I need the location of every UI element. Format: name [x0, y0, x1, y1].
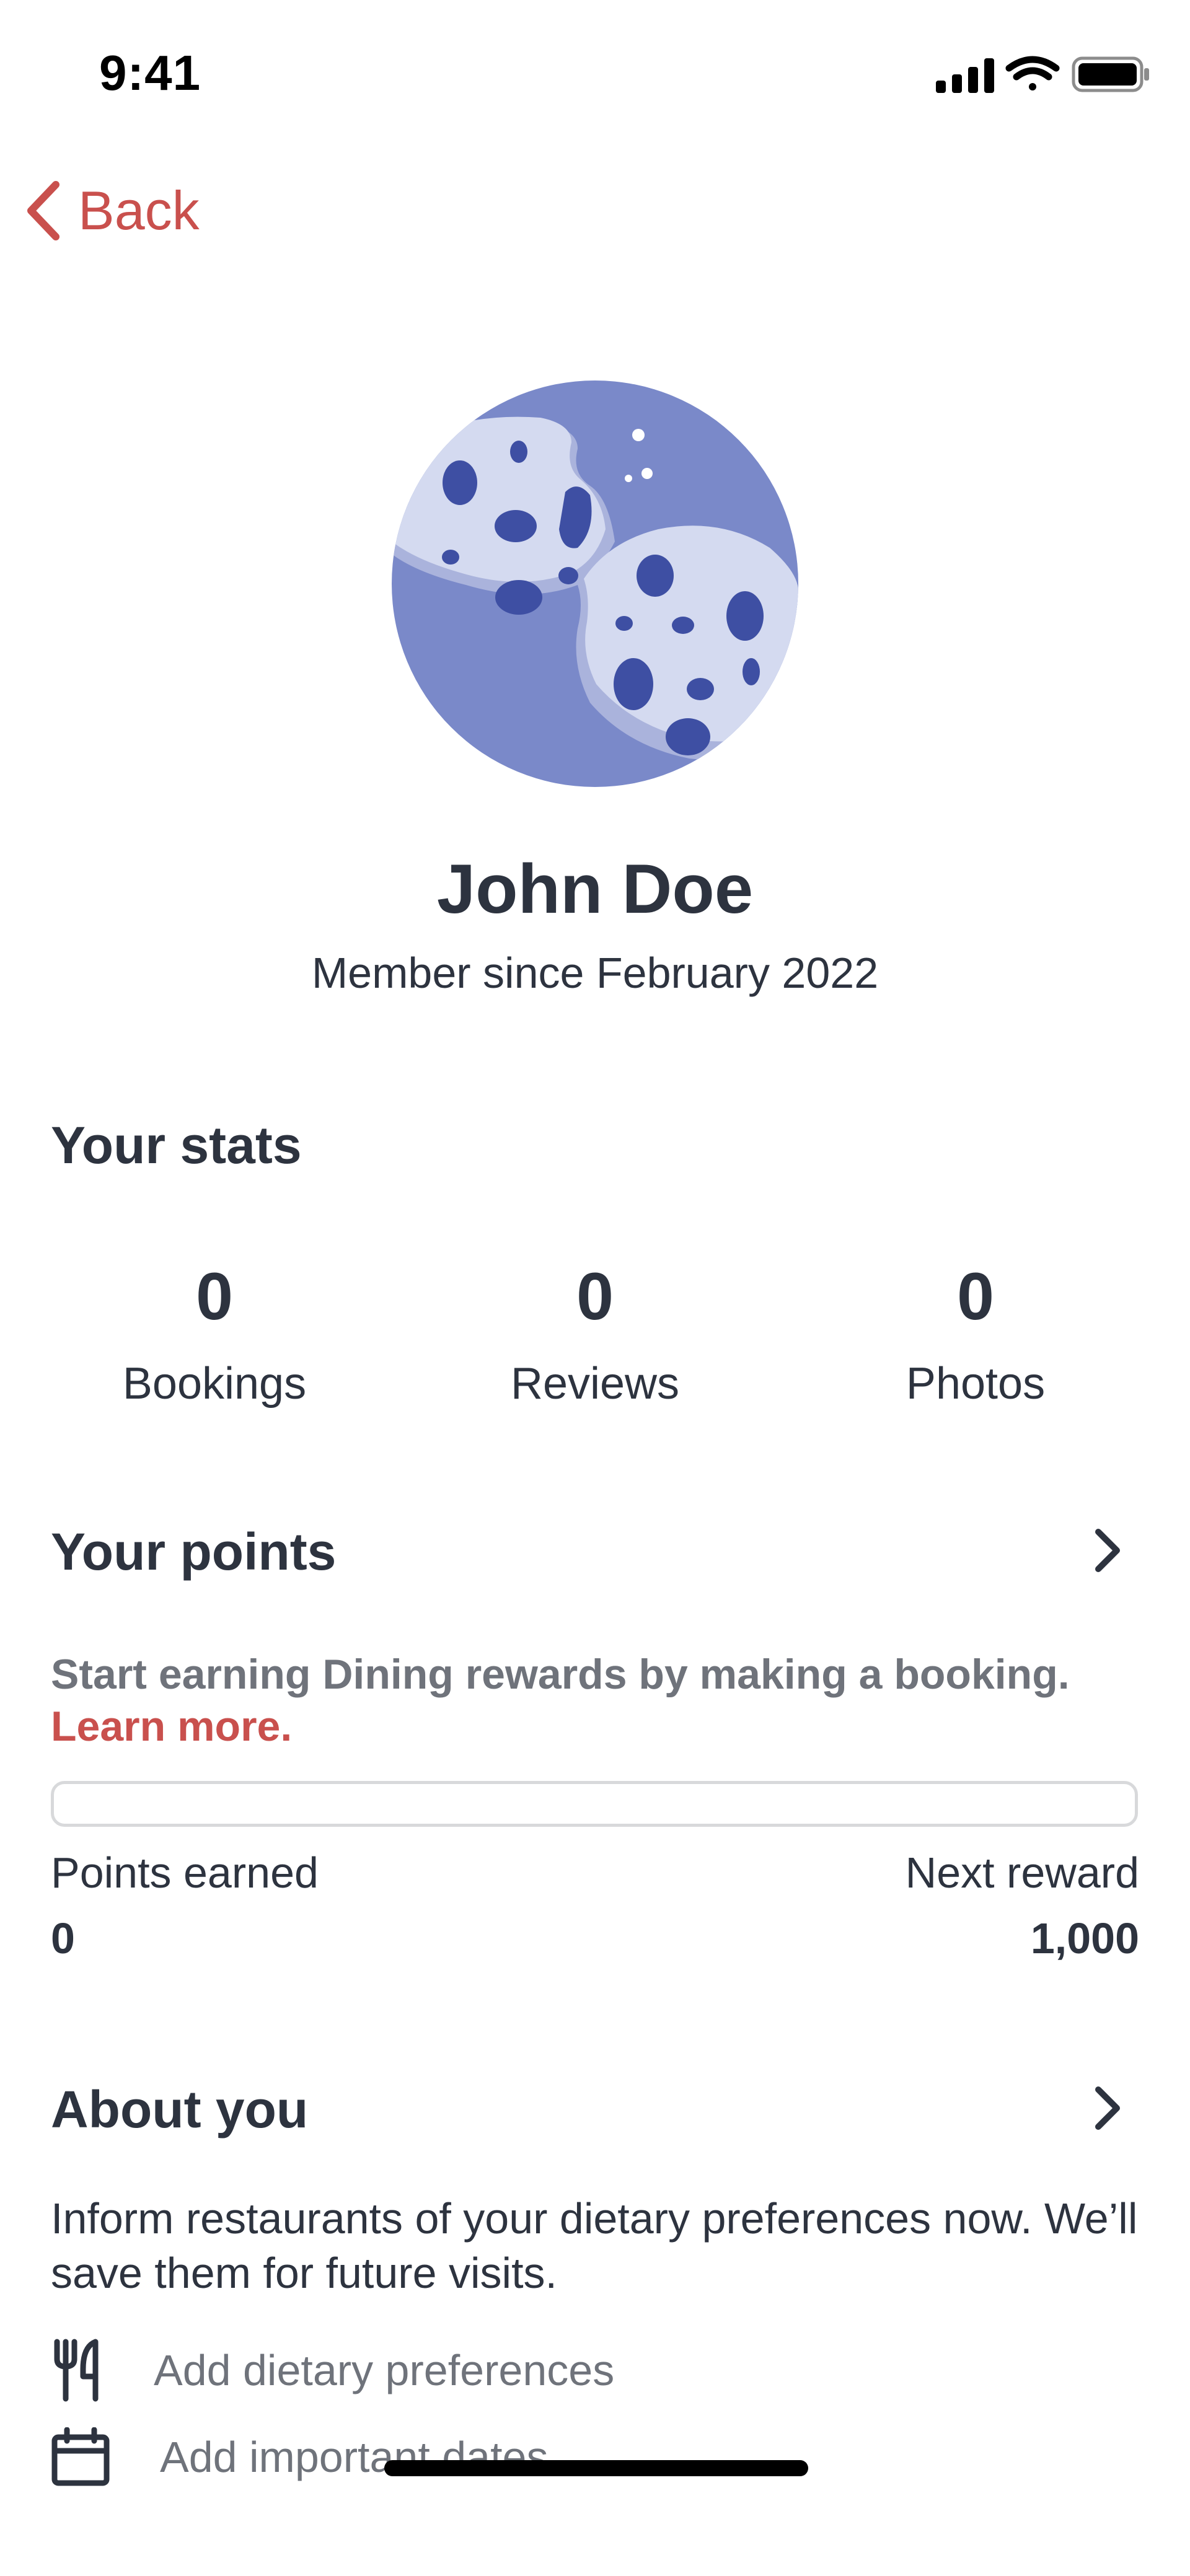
status-time: 9:41 — [99, 45, 201, 100]
stat-value: 0 — [195, 1259, 234, 1334]
calendar-icon — [51, 2427, 110, 2486]
back-label: Back — [78, 180, 200, 241]
stat-reviews[interactable]: 0 Reviews — [403, 1263, 787, 1409]
next-reward-value: 1,000 — [1030, 1914, 1139, 1963]
points-title[interactable]: Your points — [51, 1522, 336, 1582]
cookie-avatar-icon — [392, 380, 798, 787]
points-description: Start earning Dining rewards by making a… — [51, 1648, 1142, 1752]
profile-name: John Doe — [436, 850, 754, 928]
battery-icon — [1072, 56, 1149, 92]
points-description-text: Start earning Dining rewards by making a… — [51, 1651, 1070, 1698]
about-title[interactable]: About you — [51, 2080, 308, 2140]
home-indicator[interactable] — [384, 2460, 808, 2476]
points-earned-label: Points earned — [51, 1848, 319, 1897]
back-button[interactable]: Back — [25, 174, 229, 248]
add-important-dates-button[interactable]: Add important dates — [51, 2423, 548, 2491]
next-reward-label: Next reward — [905, 1848, 1139, 1897]
member-since: Member since February 2022 — [311, 949, 879, 997]
stat-label: Reviews — [510, 1359, 680, 1409]
learn-more-link[interactable]: Learn more. — [51, 1703, 292, 1750]
stats-title: Your stats — [51, 1116, 302, 1174]
points-earned-value: 0 — [51, 1914, 75, 1963]
add-dietary-preferences-button[interactable]: Add dietary preferences — [51, 2336, 614, 2404]
wifi-icon — [1005, 56, 1060, 90]
stat-bookings[interactable]: 0 Bookings — [22, 1263, 407, 1409]
chevron-right-icon[interactable] — [1090, 1526, 1127, 1575]
stat-label: Bookings — [122, 1359, 307, 1409]
avatar[interactable] — [392, 380, 798, 787]
stat-value: 0 — [576, 1259, 614, 1334]
add-dietary-preferences-label: Add dietary preferences — [154, 2346, 615, 2394]
cellular-signal-icon — [936, 58, 994, 93]
status-icons — [930, 55, 1153, 94]
stat-label: Photos — [906, 1359, 1046, 1409]
chevron-left-icon — [27, 181, 60, 240]
chevron-right-icon[interactable] — [1090, 2083, 1127, 2133]
fork-knife-icon — [54, 2339, 99, 2402]
about-description: Inform restaurants of your dietary prefe… — [51, 2194, 1138, 2297]
stat-value: 0 — [956, 1259, 995, 1334]
stat-photos[interactable]: 0 Photos — [783, 1263, 1168, 1409]
points-progress-bar — [51, 1781, 1138, 1827]
